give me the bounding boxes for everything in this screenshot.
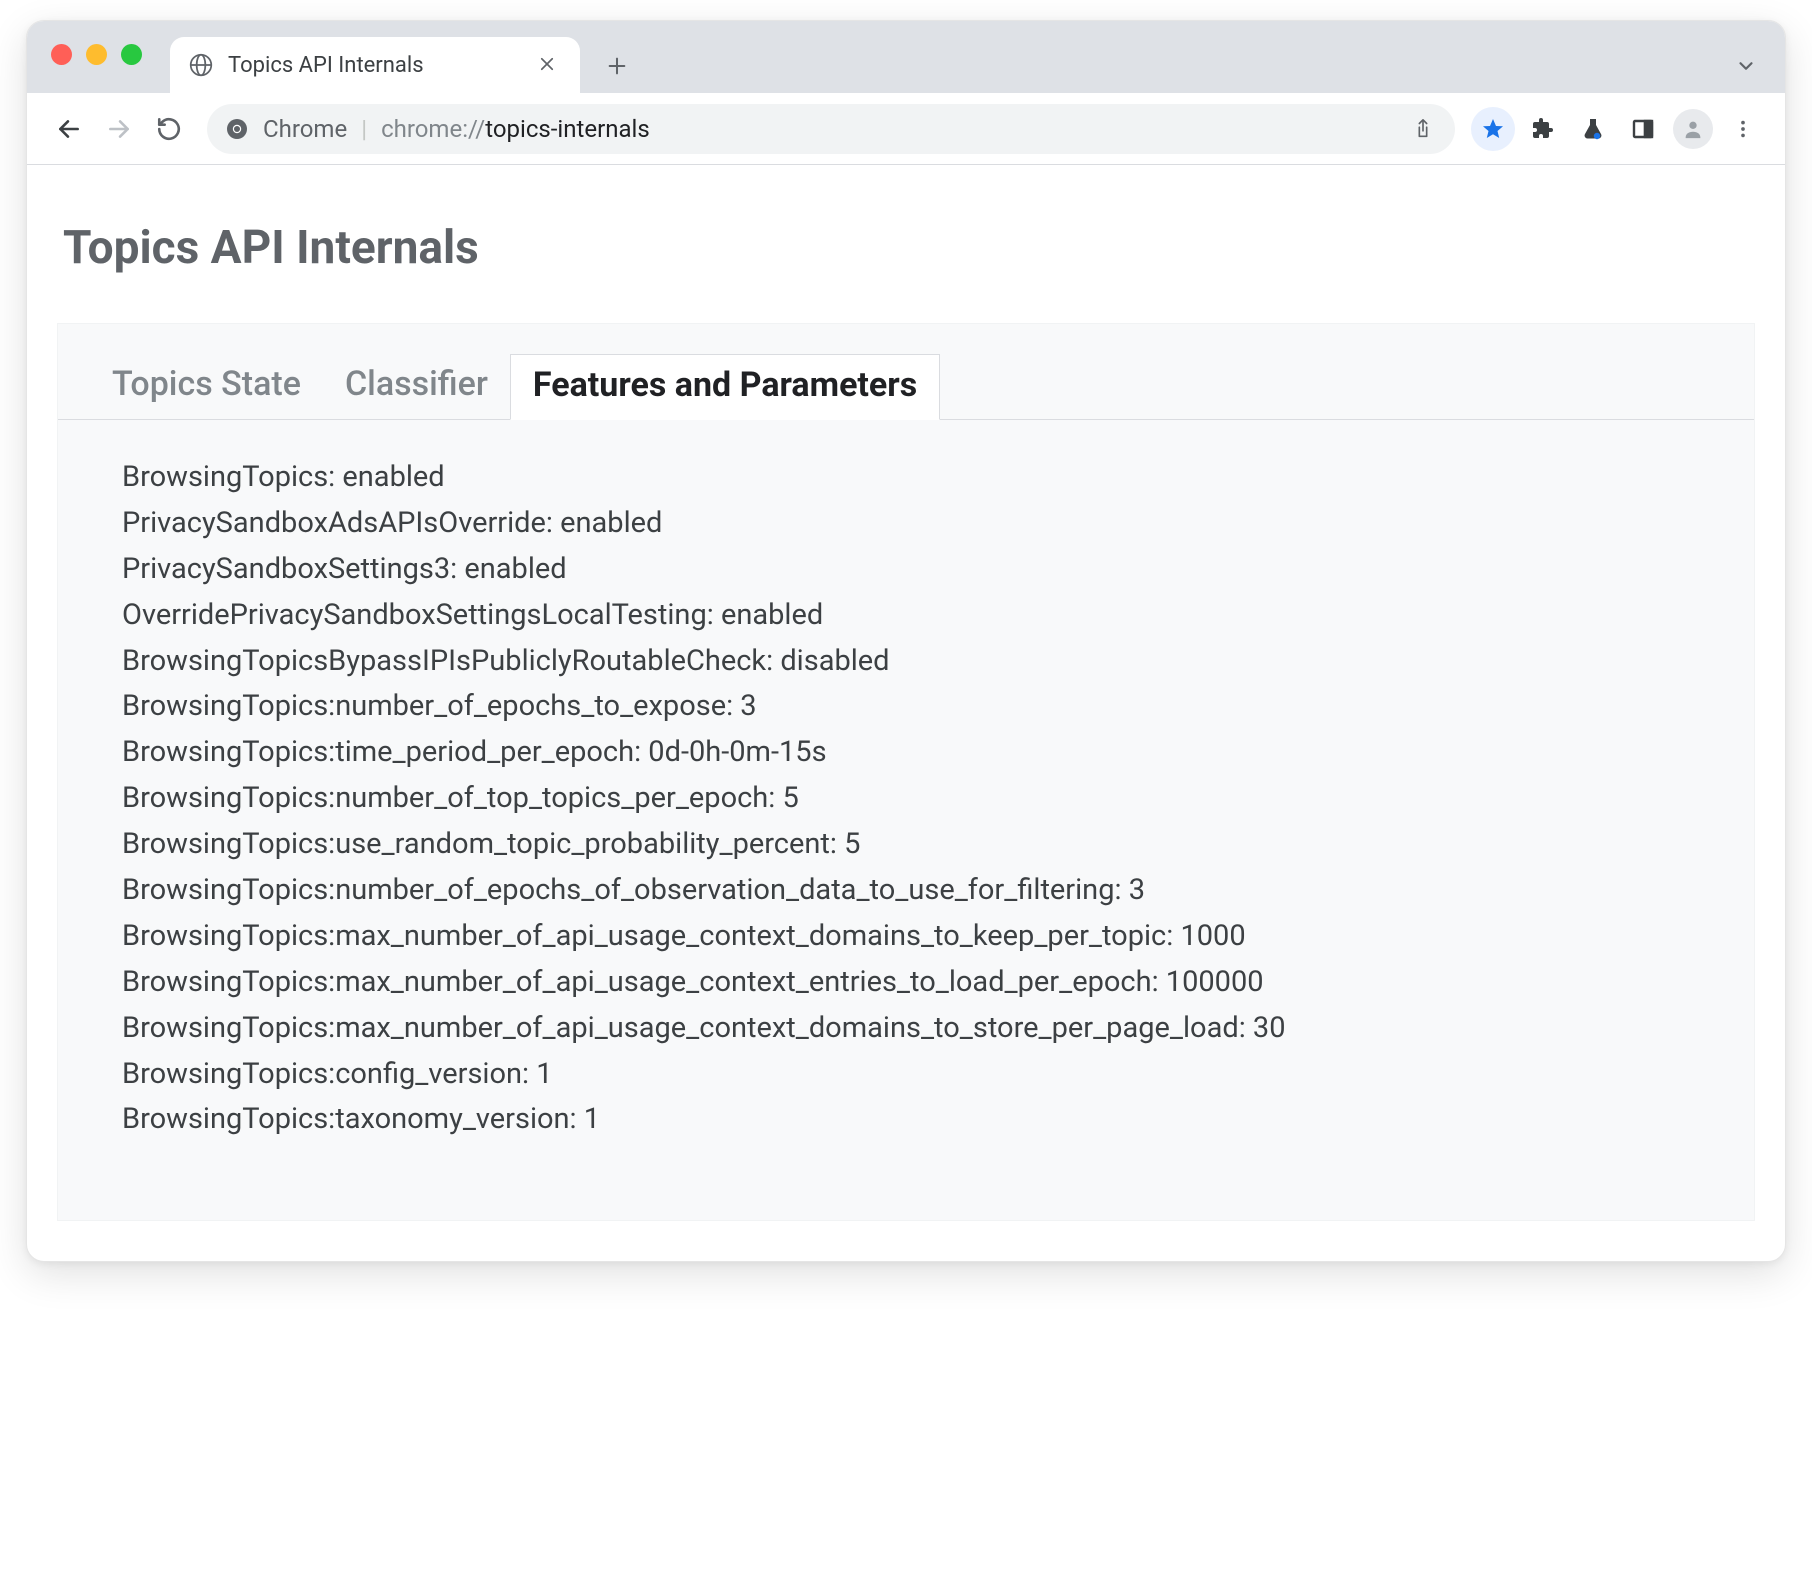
new-tab-button[interactable] — [594, 43, 640, 89]
tabbar: Topics State Classifier Features and Par… — [58, 324, 1754, 420]
menu-button[interactable] — [1721, 107, 1765, 151]
window-zoom-button[interactable] — [121, 44, 142, 65]
forward-button[interactable] — [97, 107, 141, 151]
profile-button[interactable] — [1671, 107, 1715, 151]
chrome-icon — [225, 117, 249, 141]
omnibox-url-path: topics-internals — [485, 115, 650, 143]
page-title: Topics API Internals — [57, 221, 1755, 275]
avatar — [1673, 109, 1713, 149]
omnibox-url-prefix: chrome:// — [381, 115, 485, 143]
kebab-icon — [1732, 118, 1754, 140]
window-close-button[interactable] — [51, 44, 72, 65]
close-tab-button[interactable] — [532, 52, 562, 78]
feature-line: PrivacySandboxAdsAPIsOverride: enabled — [122, 508, 1694, 540]
feature-line: BrowsingTopics:time_period_per_epoch: 0d… — [122, 737, 1694, 769]
feature-line: BrowsingTopics:number_of_epochs_of_obser… — [122, 875, 1694, 907]
back-button[interactable] — [47, 107, 91, 151]
page-content: Topics API Internals Topics State Classi… — [27, 165, 1785, 1261]
feature-line: BrowsingTopics:max_number_of_api_usage_c… — [122, 921, 1694, 953]
share-button[interactable] — [1405, 111, 1441, 147]
tab-features-and-parameters[interactable]: Features and Parameters — [510, 354, 940, 420]
feature-line: OverridePrivacySandboxSettingsLocalTesti… — [122, 600, 1694, 632]
puzzle-icon — [1531, 117, 1555, 141]
person-icon — [1682, 118, 1704, 140]
feature-line: BrowsingTopics:config_version: 1 — [122, 1059, 1694, 1091]
feature-line: BrowsingTopics: enabled — [122, 462, 1694, 494]
tabstrip: Topics API Internals — [27, 21, 1785, 93]
feature-line: BrowsingTopics:number_of_epochs_to_expos… — [122, 691, 1694, 723]
extensions-button[interactable] — [1521, 107, 1565, 151]
omnibox-divider: | — [361, 115, 367, 143]
globe-icon — [188, 52, 214, 78]
reload-button[interactable] — [147, 107, 191, 151]
omnibox-scheme: Chrome — [263, 115, 347, 143]
panel: Topics State Classifier Features and Par… — [57, 323, 1755, 1221]
plus-icon — [606, 55, 628, 77]
toolbar: Chrome | chrome://topics-internals — [27, 93, 1785, 165]
browser-tab-title: Topics API Internals — [228, 53, 532, 78]
close-icon — [538, 55, 556, 73]
window-controls — [51, 21, 142, 93]
tab-classifier[interactable]: Classifier — [323, 354, 510, 420]
flask-icon — [1581, 117, 1605, 141]
labs-button[interactable] — [1571, 107, 1615, 151]
browser-tab-active[interactable]: Topics API Internals — [170, 37, 580, 93]
feature-line: BrowsingTopicsBypassIPIsPubliclyRoutable… — [122, 646, 1694, 678]
panel-icon — [1631, 117, 1655, 141]
arrow-left-icon — [56, 116, 82, 142]
browser-window: Topics API Internals Chrome | chrome:/ — [26, 20, 1786, 1262]
star-icon — [1481, 117, 1505, 141]
reload-icon — [156, 116, 182, 142]
bookmark-button[interactable] — [1471, 107, 1515, 151]
feature-line: PrivacySandboxSettings3: enabled — [122, 554, 1694, 586]
tabs-dropdown-button[interactable] — [1723, 43, 1769, 89]
arrow-right-icon — [106, 116, 132, 142]
features-list: BrowsingTopics: enabled PrivacySandboxAds… — [58, 420, 1754, 1136]
feature-line: BrowsingTopics:number_of_top_topics_per_… — [122, 783, 1694, 815]
omnibox[interactable]: Chrome | chrome://topics-internals — [207, 104, 1455, 154]
tab-topics-state[interactable]: Topics State — [90, 354, 323, 420]
side-panel-button[interactable] — [1621, 107, 1665, 151]
feature-line: BrowsingTopics:use_random_topic_probabil… — [122, 829, 1694, 861]
chevron-down-icon — [1735, 55, 1757, 77]
feature-line: BrowsingTopics:max_number_of_api_usage_c… — [122, 967, 1694, 999]
share-icon — [1412, 118, 1434, 140]
feature-line: BrowsingTopics:taxonomy_version: 1 — [122, 1104, 1694, 1136]
feature-line: BrowsingTopics:max_number_of_api_usage_c… — [122, 1013, 1694, 1045]
window-minimize-button[interactable] — [86, 44, 107, 65]
